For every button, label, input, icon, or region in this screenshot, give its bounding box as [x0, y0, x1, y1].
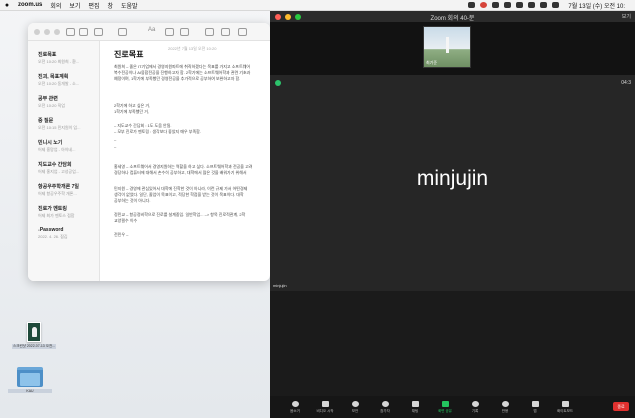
thumbnail-strip: 최기준 — [270, 22, 635, 75]
start-video-button[interactable]: 비디오 시작 — [310, 400, 340, 414]
close-icon[interactable] — [34, 29, 40, 35]
menu-view[interactable]: 보기 — [65, 1, 84, 10]
notes-toolbar: Aa — [28, 23, 270, 41]
menu-edit[interactable]: 편집 — [84, 1, 103, 10]
menu-app-name[interactable]: zoom.us — [14, 2, 46, 8]
status-tray: 7월 13일 (수) 오전 10: — [468, 1, 635, 10]
minimize-icon[interactable] — [44, 29, 50, 35]
participants-icon — [381, 400, 389, 407]
note-line: 교양필수 이수 — [114, 218, 138, 223]
thumbnail-landscape — [446, 37, 449, 53]
list-item[interactable]: 중 질문 오전 10:15 민지원이 입... — [38, 117, 96, 131]
format-text-icon[interactable]: Aa — [148, 27, 155, 33]
apps-button[interactable]: 앱 — [520, 400, 550, 414]
zoom-meeting-window: Zoom 회의 40-분 보기 최기준 04:3 minjujin minjuj… — [270, 11, 635, 418]
chat-icon — [411, 400, 419, 407]
mute-button[interactable]: 음소거 — [280, 400, 310, 414]
participant-thumbnail[interactable]: 최기준 — [423, 26, 471, 68]
battery-icon[interactable] — [516, 2, 524, 8]
image-file-icon — [27, 322, 41, 342]
note-line: 경당하나 컴퓨터에 대해서 손수히 공부하고, 대학에서 많은 것을 배워가기 … — [114, 170, 247, 175]
note-line: 전민우 – — [114, 232, 129, 237]
security-button[interactable]: 보안 — [340, 400, 370, 414]
trash-icon[interactable] — [94, 28, 103, 36]
list-item[interactable]: 지도교수 간담회 어제 홍지업 - 고성공업... — [38, 161, 96, 175]
menu-window[interactable]: 창 — [103, 1, 117, 10]
reactions-button[interactable]: 반응 — [490, 400, 520, 414]
note-line: – — [114, 137, 117, 142]
zoom-tray-icon[interactable] — [468, 2, 476, 8]
video-off-icon — [321, 400, 329, 407]
apps-icon — [531, 400, 539, 407]
volume-icon[interactable] — [504, 2, 512, 8]
note-line: 예정이며, 1학기에 부족했던 경영전공을 추가적으로 공부하여 보완하고자 함… — [114, 76, 241, 81]
bluetooth-icon[interactable] — [492, 2, 500, 8]
note-line: – 모부 진로가 멘토링 : 생각보다 좋았지 매우 부족함. — [114, 129, 201, 134]
desktop: ● zoom.us 회의 보기 편집 창 도움말 7월 13일 (수) 오전 1… — [0, 0, 635, 418]
desktop-file-screenshot[interactable]: 스크린샷 2022-07-13 오전... — [12, 322, 56, 349]
zoom-titlebar: Zoom 회의 40-분 보기 — [270, 11, 635, 22]
menubar-clock[interactable]: 7월 13일 (수) 오전 10: — [564, 1, 629, 10]
emoji-icon — [501, 400, 509, 407]
menu-meeting[interactable]: 회의 — [46, 1, 65, 10]
speaker-name-display: minjujin — [416, 167, 489, 190]
folder-icon — [17, 367, 43, 387]
meeting-controls: 음소거 비디오 시작 보안 참가자 채팅 화면 공유 기록 반응 앱 화이트보드… — [270, 396, 635, 418]
participants-button[interactable]: 참가자 — [370, 400, 400, 414]
notes-list: 진로목표 오전 10:20 최원희 - 환... 진괴, 목표계획 오전 10:… — [28, 41, 100, 281]
share-screen-icon — [441, 400, 449, 407]
view-button[interactable]: 보기 — [622, 13, 631, 20]
list-item[interactable]: 진괴, 목표계획 오전 10:20 동개발 - 소... — [38, 73, 96, 87]
zoom-window-title: Zoom 회의 40-분 — [430, 16, 475, 22]
new-note-icon[interactable] — [118, 28, 127, 36]
list-item[interactable]: 공부 관련 오전 10:20 직업 — [38, 95, 96, 109]
notes-window: Aa 진로목표 오전 10:20 최원희 - 환... 진괴, 목표계획 오전 … — [28, 23, 270, 281]
list-item[interactable]: 민니시 노기 어제 흥망업 - 아이네... — [38, 139, 96, 153]
list-item-locked[interactable]: Password 2022. 4. 26. 잠김 — [38, 227, 96, 240]
list-view-icon[interactable] — [66, 28, 75, 36]
control-center-icon[interactable] — [552, 2, 560, 8]
shield-icon — [351, 400, 359, 407]
desktop-folder-kau[interactable]: KAU — [8, 367, 52, 393]
video-area-empty — [270, 291, 635, 396]
end-meeting-button[interactable]: 종료 — [613, 402, 629, 411]
meeting-timer: 04:3 — [621, 80, 631, 86]
checklist-icon[interactable] — [165, 28, 174, 36]
note-timestamp: 2022년 7월 13일 오전 10:20 — [168, 46, 217, 51]
wifi-icon[interactable] — [528, 2, 536, 8]
note-line: 공부하는 것이 아니다. — [114, 198, 151, 203]
note-editor[interactable]: 2022년 7월 13일 오전 10:20 진로목표 최원희 – 졸은 IT기업… — [108, 41, 270, 281]
record-button[interactable]: 기록 — [460, 400, 490, 414]
menu-help[interactable]: 도움말 — [117, 1, 142, 10]
list-item[interactable]: 항공우주학개론 7일 어제 항공우주학 개론... — [38, 183, 96, 197]
note-heading: 진로목표 — [114, 50, 144, 59]
record-tray-icon[interactable] — [480, 2, 488, 8]
apple-menu-icon[interactable]: ● — [0, 2, 14, 9]
active-speaker-view[interactable]: 04:3 minjujin minjujin — [270, 75, 635, 291]
table-icon[interactable] — [180, 28, 189, 36]
thumbnail-name: 최기준 — [426, 60, 438, 65]
share-icon[interactable] — [221, 28, 230, 36]
list-item[interactable]: 진로가 멘토링 어제 최가 멘토스 접함 — [38, 205, 96, 219]
zoom-window-icon[interactable] — [54, 29, 60, 35]
lock-icon[interactable] — [205, 28, 214, 36]
search-icon[interactable] — [540, 2, 548, 8]
search-notes-icon[interactable] — [238, 28, 247, 36]
menu-bar: ● zoom.us 회의 보기 편집 창 도움말 7월 13일 (수) 오전 1… — [0, 0, 635, 11]
speaker-name-label: minjujin — [273, 283, 287, 288]
chat-button[interactable]: 채팅 — [400, 400, 430, 414]
encryption-shield-icon[interactable] — [275, 80, 281, 86]
whiteboard-button[interactable]: 화이트보드 — [550, 400, 580, 414]
note-line: 1학기에 부족했던 거, — [114, 109, 149, 114]
gallery-view-icon[interactable] — [79, 28, 88, 36]
record-icon — [471, 400, 479, 407]
whiteboard-icon — [561, 400, 569, 407]
note-line: – — [114, 144, 117, 149]
microphone-icon — [291, 400, 299, 407]
notes-window-controls — [34, 29, 60, 35]
share-screen-button[interactable]: 화면 공유 — [430, 400, 460, 414]
list-item[interactable]: 진로목표 오전 10:20 최원희 - 환... — [38, 51, 96, 65]
